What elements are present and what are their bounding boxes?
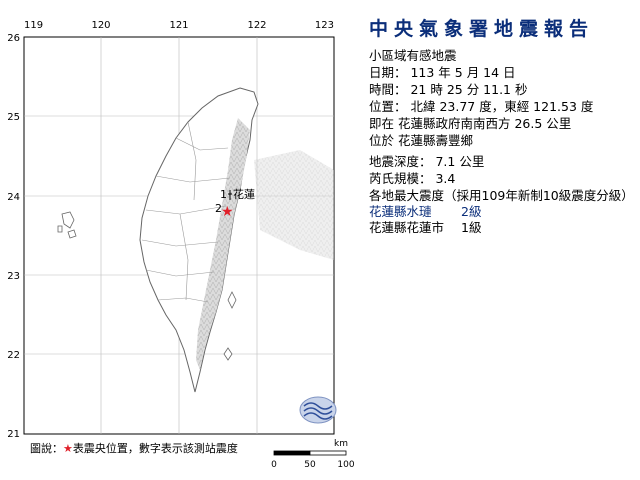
scale-tick-0: 0 bbox=[271, 460, 277, 470]
report-township: 位於 花蓮縣壽豐鄉 bbox=[369, 133, 473, 148]
report-depth: 地震深度： 7.1 公里 bbox=[369, 154, 485, 169]
report-title: 中央氣象署地震報告 bbox=[369, 18, 595, 40]
longitude-label: 123 bbox=[315, 20, 334, 31]
latitude-label: 23 bbox=[7, 271, 20, 282]
report-magnitude: 芮氏規模： 3.4 bbox=[369, 171, 456, 186]
longitude-label: 122 bbox=[247, 20, 266, 31]
legend-prefix: 圖說： bbox=[30, 442, 63, 455]
intensity-row: 花蓮縣水璉 2級 bbox=[369, 204, 637, 220]
longitude-label: 121 bbox=[169, 20, 188, 31]
latitude-label: 26 bbox=[7, 33, 20, 44]
latitude-label: 22 bbox=[7, 350, 20, 361]
station-1-name: 花蓮 bbox=[233, 187, 255, 201]
intensity-station-name: 花蓮縣花蓮市 bbox=[369, 220, 445, 235]
latitude-label: 21 bbox=[7, 429, 20, 440]
intensity-level: 2級 bbox=[461, 204, 482, 219]
report-position: 位置： 北緯 23.77 度，東經 121.53 度 bbox=[369, 99, 594, 114]
earthquake-report-panel: 中央氣象署地震報告 小區域有感地震 日期： 113 年 5 月 14 日 時間：… bbox=[369, 14, 637, 236]
legend-caption: 圖說：★表震央位置，數字表示該測站震度 bbox=[30, 440, 238, 456]
longitude-labels: 119 120 121 122 123 bbox=[24, 20, 334, 31]
report-time: 時間： 21 時 25 分 11.1 秒 bbox=[369, 82, 528, 97]
station-1-number: 1 bbox=[220, 188, 227, 201]
report-date: 日期： 113 年 5 月 14 日 bbox=[369, 65, 516, 80]
report-relative-location: 即在 花蓮縣政府南南西方 26.5 公里 bbox=[369, 116, 572, 131]
latitude-labels: 26 25 24 23 22 21 bbox=[7, 33, 20, 440]
cwa-logo-icon bbox=[299, 396, 337, 424]
report-intensity-header: 各地最大震度（採用109年新制10級震度分級） bbox=[369, 188, 634, 203]
map-svg: 119 120 121 122 123 262524232221 1 花蓮 2 ★ km… bbox=[7, 20, 355, 470]
scale-tick-50: 50 bbox=[304, 460, 316, 470]
longitude-label: 119 bbox=[24, 20, 43, 31]
epicenter-star-icon: ★ bbox=[221, 204, 234, 220]
latitude-label: 24 bbox=[7, 192, 20, 203]
scale-bar: km 0 50 100 bbox=[271, 439, 355, 470]
scale-tick-100: 100 bbox=[337, 460, 354, 470]
intensity-station-name: 花蓮縣水璉 bbox=[369, 204, 432, 219]
longitude-label: 120 bbox=[91, 20, 110, 31]
report-subtitle: 小區域有感地震 bbox=[369, 48, 457, 63]
intensity-level: 1級 bbox=[461, 220, 482, 235]
legend-text: 表震央位置，數字表示該測站震度 bbox=[72, 442, 238, 455]
map-panel: 119 120 121 122 123 26 25 24 23 22 21 1 花蓮 2 ★ km… bbox=[0, 0, 360, 480]
latitude-label: 25 bbox=[7, 112, 20, 123]
scale-unit: km bbox=[334, 439, 348, 449]
legend-star-icon: ★ bbox=[63, 442, 73, 455]
intensity-row: 花蓮縣花蓮市 1級 bbox=[369, 220, 637, 236]
